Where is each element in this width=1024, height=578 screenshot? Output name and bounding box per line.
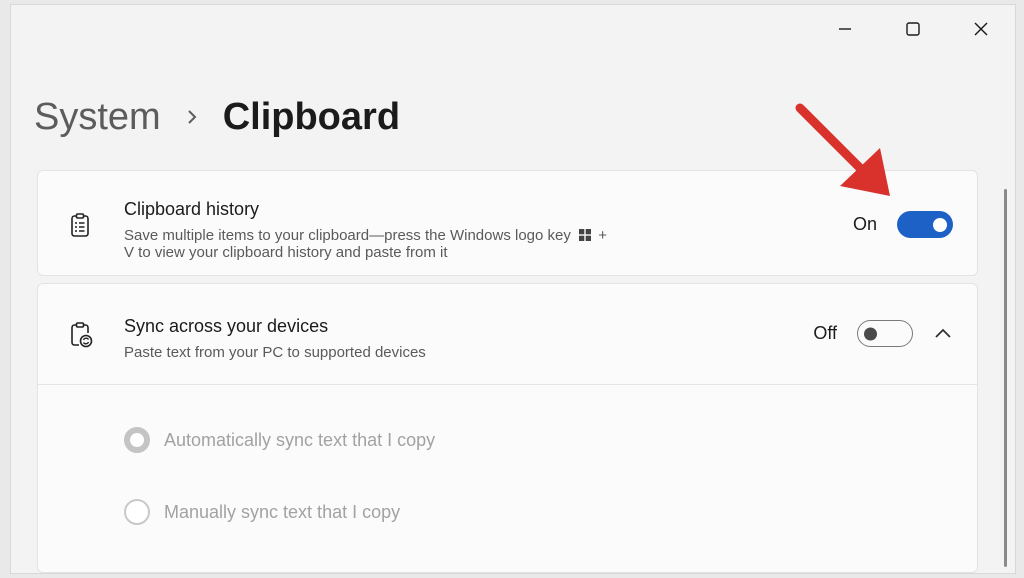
sync-description: Paste text from your PC to supported dev… [124, 344, 426, 361]
minimize-icon [839, 28, 851, 30]
radio-button[interactable] [124, 499, 150, 525]
sync-toggle-area: Off [813, 320, 913, 347]
close-button[interactable] [947, 5, 1015, 53]
breadcrumb-system-link[interactable]: System [34, 93, 161, 141]
sync-devices-card: Sync across your devices Paste text from… [37, 283, 978, 573]
radio-label: Manually sync text that I copy [164, 501, 401, 522]
toggle-knob [864, 327, 877, 340]
maximize-button[interactable] [879, 5, 947, 53]
clipboard-sync-icon [71, 322, 93, 348]
radio-button[interactable] [124, 427, 150, 453]
toggle-knob [933, 217, 947, 232]
description-line-1: Save multiple items to your clipboard—pr… [124, 227, 571, 244]
description-plus: + [598, 227, 607, 244]
chevron-right-icon [185, 108, 199, 126]
minimize-button[interactable] [811, 5, 879, 53]
radio-label: Automatically sync text that I copy [164, 429, 436, 450]
breadcrumb: System Clipboard [34, 93, 400, 141]
page-title: Clipboard [222, 96, 401, 138]
maximize-icon [906, 22, 920, 36]
red-arrow-icon [795, 103, 890, 196]
close-icon [974, 22, 988, 36]
clipboard-history-description: Save multiple items to your clipboard—pr… [124, 227, 607, 261]
sync-toggle[interactable] [857, 320, 913, 347]
caption-controls [811, 5, 1015, 53]
windows-logo-icon [579, 229, 592, 241]
clipboard-history-toggle-label: On [852, 214, 877, 234]
divider [38, 384, 977, 385]
sync-title: Sync across your devices [124, 316, 329, 336]
radio-auto-sync[interactable]: Automatically sync text that I copy [124, 427, 435, 453]
clipboard-history-title: Clipboard history [124, 199, 260, 219]
settings-window: System Clipboard Clipboard history Save … [10, 4, 1016, 574]
clipboard-history-toggle-area: On [853, 211, 953, 238]
clipboard-history-toggle[interactable] [897, 211, 953, 238]
radio-manual-sync[interactable]: Manually sync text that I copy [124, 499, 400, 525]
sync-toggle-label: Off [813, 323, 837, 343]
description-line-2: V to view your clipboard history and pas… [124, 244, 448, 261]
scrollbar[interactable] [1004, 189, 1007, 567]
chevron-up-icon[interactable] [931, 322, 955, 346]
clipboard-list-icon [71, 213, 89, 237]
